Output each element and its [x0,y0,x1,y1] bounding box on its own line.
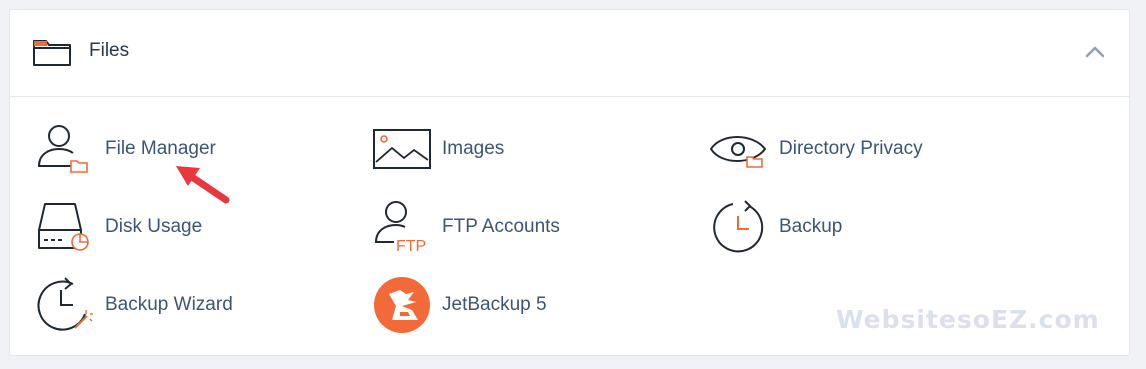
file-manager-icon [38,125,88,173]
item-label: Images [442,138,505,159]
backup-link[interactable]: Backup [709,198,842,256]
backup-wizard-icon [37,277,93,331]
directory-privacy-link[interactable]: Directory Privacy [709,120,923,178]
item-label: FTP Accounts [442,216,560,237]
ftp-accounts-icon: FTP [375,201,426,255]
jetbackup-icon [374,277,430,333]
item-label: File Manager [105,138,216,159]
ftp-icon-text: FTP [396,238,426,255]
item-label: Directory Privacy [779,138,923,159]
watermark: WebsitesoEZ.com [836,305,1100,334]
disk-usage-icon [38,203,89,251]
images-link[interactable]: Images [372,120,504,178]
ftp-accounts-link[interactable]: FTP FTP Accounts [372,198,560,256]
item-label: Disk Usage [105,216,203,237]
directory-privacy-icon [709,136,767,168]
item-label: JetBackup 5 [442,294,547,315]
jetbackup-link[interactable]: JetBackup 5 [372,276,547,334]
backup-icon [713,200,764,253]
chevron-up-icon[interactable] [1083,42,1107,62]
images-icon [373,129,431,169]
red-arrow-annotation [176,166,230,204]
item-label: Backup Wizard [105,294,233,315]
files-panel-header[interactable]: Files [10,10,1129,97]
section-title: Files [89,40,130,61]
item-label: Backup [779,216,843,237]
backup-wizard-link[interactable]: Backup Wizard [35,276,233,334]
folder-icon [33,40,71,66]
